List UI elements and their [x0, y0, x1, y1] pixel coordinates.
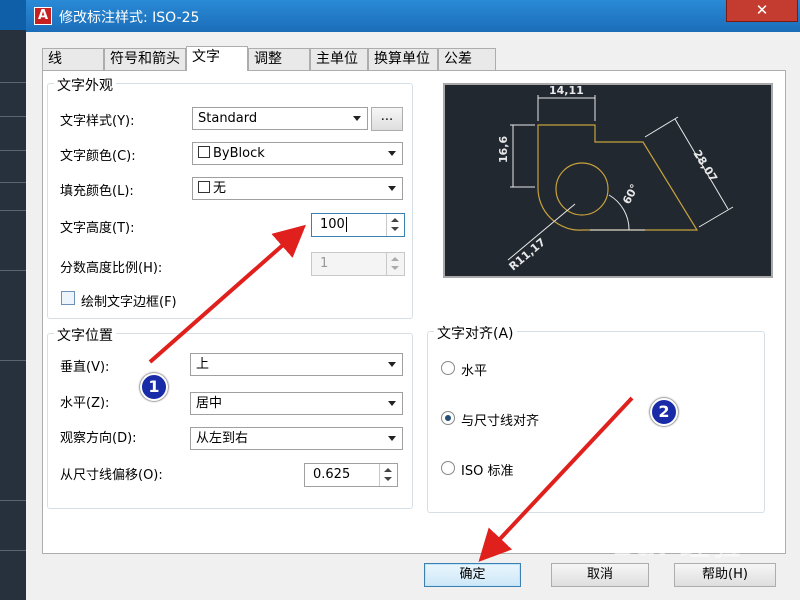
fraction-height-scale-label: 分数高度比例(H):: [60, 261, 163, 276]
view-direction-select[interactable]: 从左到右: [190, 427, 403, 450]
tab-text[interactable]: 文字: [186, 46, 248, 71]
ok-button[interactable]: 确定: [424, 563, 521, 587]
text-placement-legend: 文字位置: [54, 325, 116, 345]
horizontal-select[interactable]: 居中: [190, 392, 403, 415]
view-direction-value: 从左到右: [196, 431, 249, 446]
preview-outline: [537, 124, 699, 231]
tab-fit[interactable]: 调整: [248, 48, 310, 70]
view-direction-label: 观察方向(D):: [60, 431, 137, 446]
text-style-value: Standard: [198, 111, 258, 126]
annotation-marker-2: 2: [650, 398, 678, 426]
text-height-label: 文字高度(T):: [60, 221, 135, 236]
text-height-spinner[interactable]: [386, 214, 404, 236]
offset-input[interactable]: 0.625: [304, 463, 398, 487]
tab-primary-units[interactable]: 主单位: [310, 48, 368, 70]
draw-frame-checkbox[interactable]: [61, 291, 75, 305]
chevron-down-icon: [388, 186, 396, 191]
help-button[interactable]: 帮助(H): [674, 563, 776, 587]
screen: A 修改标注样式: ISO-25 ✕ 线 符号和箭头 文字 调整 主单位 换算单…: [0, 0, 800, 600]
offset-value: 0.625: [313, 467, 351, 482]
close-button[interactable]: ✕: [726, 0, 798, 22]
background-app-strip: [0, 30, 26, 600]
tab-tolerances[interactable]: 公差: [438, 48, 496, 70]
fill-color-value: 无: [213, 181, 227, 196]
dim-right-text: 28,07: [690, 148, 719, 184]
annotation-marker-1: 1: [140, 373, 168, 401]
color-swatch-icon: [198, 146, 210, 158]
tab-lines[interactable]: 线: [42, 48, 104, 70]
align-with-dimension-line-radio[interactable]: [441, 411, 455, 425]
text-color-label: 文字颜色(C):: [60, 149, 136, 164]
dim-radius-text: R11,17: [507, 236, 548, 274]
text-style-label: 文字样式(Y):: [60, 114, 135, 129]
fraction-height-scale-value: 1: [320, 256, 329, 271]
text-tab-panel: 文字外观 文字样式(Y): Standard ... 文字颜色(C): ByBl…: [42, 70, 786, 554]
text-style-select[interactable]: Standard: [192, 107, 368, 130]
autocad-app-icon: A: [34, 7, 52, 25]
color-swatch-icon: [198, 181, 210, 193]
text-height-value: 100: [320, 217, 345, 232]
tab-symbols-arrows[interactable]: 符号和箭头: [104, 48, 186, 70]
tab-alternate-units[interactable]: 换算单位: [368, 48, 438, 70]
align-iso-standard-label: ISO 标准: [461, 464, 514, 479]
spin-down-icon: [391, 266, 399, 270]
dimension-preview: 14,11 16,6 28,07 60° R11,17: [443, 83, 773, 278]
fraction-height-scale-input[interactable]: 1: [311, 252, 405, 276]
preview-circle: [555, 162, 609, 216]
dimension-lines: [507, 95, 734, 261]
text-appearance-legend: 文字外观: [54, 75, 116, 95]
spin-down-icon: [391, 227, 399, 231]
text-color-value: ByBlock: [213, 146, 265, 161]
chevron-down-icon: [353, 116, 361, 121]
text-style-browse-button[interactable]: ...: [371, 107, 403, 131]
vertical-label: 垂直(V):: [60, 360, 110, 375]
text-alignment-legend: 文字对齐(A): [434, 323, 517, 343]
watermark: Bai 经验: [612, 528, 742, 563]
vertical-select[interactable]: 上: [190, 353, 403, 376]
align-horizontal-label: 水平: [461, 364, 488, 379]
dim-angle-text: 60°: [620, 182, 641, 206]
chevron-down-icon: [388, 436, 396, 441]
spin-up-icon: [391, 257, 399, 261]
fill-color-label: 填充颜色(L):: [60, 184, 134, 199]
spin-down-icon: [384, 477, 392, 481]
align-with-dimension-line-label: 与尺寸线对齐: [461, 414, 540, 429]
chevron-down-icon: [388, 362, 396, 367]
horizontal-label: 水平(Z):: [60, 396, 110, 411]
align-horizontal-radio[interactable]: [441, 361, 455, 375]
chevron-down-icon: [388, 151, 396, 156]
fill-color-select[interactable]: 无: [192, 177, 403, 200]
preview-drawing: 14,11 16,6 28,07 60° R11,17: [497, 84, 734, 274]
window-title: 修改标注样式: ISO-25: [59, 10, 200, 26]
dim-left-text: 16,6: [497, 136, 510, 163]
modify-dimension-style-dialog: 线 符号和箭头 文字 调整 主单位 换算单位 公差 文字外观 文字样式(Y): …: [26, 32, 800, 600]
offset-label: 从尺寸线偏移(O):: [60, 468, 163, 483]
align-iso-standard-radio[interactable]: [441, 461, 455, 475]
spin-up-icon: [384, 468, 392, 472]
horizontal-value: 居中: [196, 396, 223, 411]
chevron-down-icon: [388, 401, 396, 406]
spin-up-icon: [391, 218, 399, 222]
offset-spinner[interactable]: [379, 464, 397, 486]
dim-top-text: 14,11: [549, 85, 584, 97]
vertical-value: 上: [196, 357, 210, 372]
draw-frame-label: 绘制文字边框(F): [81, 295, 177, 310]
cancel-button[interactable]: 取消: [551, 563, 649, 587]
text-height-input[interactable]: 100: [311, 213, 405, 237]
text-color-select[interactable]: ByBlock: [192, 142, 403, 165]
fraction-height-scale-spinner[interactable]: [386, 253, 404, 275]
title-bar: A 修改标注样式: ISO-25 ✕: [26, 0, 800, 32]
